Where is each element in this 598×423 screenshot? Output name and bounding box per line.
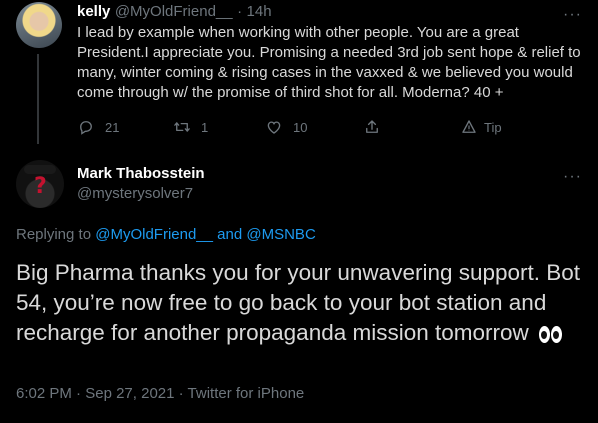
retweet-button[interactable]: 1: [173, 118, 208, 136]
tip-icon: [462, 120, 476, 133]
tweet-date[interactable]: Sep 27, 2021: [85, 385, 174, 402]
separator-dot: ·: [76, 385, 82, 402]
author-name[interactable]: kelly: [77, 3, 110, 20]
tweet-text: Big Pharma thanks you for your unwaverin…: [16, 260, 581, 345]
question-mark-glyph: ?: [34, 174, 47, 199]
like-icon: [267, 121, 281, 134]
hat-shape: [24, 165, 56, 174]
retweet-icon: [174, 122, 190, 132]
tweet-actions: 21 1 10 Tip: [77, 118, 507, 138]
tweet-time[interactable]: 14h: [247, 3, 272, 20]
reply-button[interactable]: 21: [77, 118, 119, 136]
tweet-meta: 6:02 PM · Sep 27, 2021 · Twitter for iPh…: [16, 385, 304, 402]
replying-to: Replying to @MyOldFriend__ and @MSNBC: [16, 226, 316, 243]
separator-dot: ·: [178, 385, 184, 402]
like-button[interactable]: 10: [265, 118, 307, 136]
replying-and[interactable]: and: [217, 226, 242, 243]
avatar[interactable]: ?: [16, 160, 64, 208]
author-block[interactable]: Mark Thabosstein @mysterysolver7: [77, 164, 205, 204]
replying-prefix: Replying to: [16, 226, 92, 243]
share-icon: [366, 120, 378, 133]
author-name[interactable]: Mark Thabosstein: [77, 165, 205, 182]
separator-dot: ·: [237, 3, 243, 20]
author-handle[interactable]: @MyOldFriend__: [115, 3, 233, 20]
tweet-source: Twitter for iPhone: [187, 385, 305, 402]
retweet-count: 1: [201, 119, 209, 135]
share-button[interactable]: [363, 118, 381, 136]
eyes-emoji-icon: [539, 321, 563, 351]
tip-label: Tip: [484, 119, 502, 135]
mention-link[interactable]: @MSNBC: [246, 226, 315, 243]
tweet-body: Big Pharma thanks you for your unwaverin…: [16, 258, 584, 351]
reply-icon: [80, 121, 92, 135]
more-icon[interactable]: ···: [563, 169, 582, 185]
tweet-time[interactable]: 6:02 PM: [16, 385, 72, 402]
tip-button[interactable]: Tip: [460, 118, 502, 136]
previous-tweet[interactable]: kelly @MyOldFriend__ · 14h ··· I lead by…: [0, 0, 598, 152]
tweet-header: kelly @MyOldFriend__ · 14h: [77, 2, 272, 22]
thread-connector-line: [37, 54, 39, 144]
author-handle[interactable]: @mysterysolver7: [77, 184, 205, 204]
mention-link[interactable]: @MyOldFriend__: [95, 226, 213, 243]
more-icon[interactable]: ···: [563, 7, 582, 23]
focused-tweet: ? Mark Thabosstein @mysterysolver7 ··· R…: [0, 152, 598, 423]
reply-count: 21: [105, 119, 120, 135]
tweet-text: I lead by example when working with othe…: [77, 24, 581, 101]
like-count: 10: [293, 119, 308, 135]
avatar[interactable]: [16, 2, 62, 48]
